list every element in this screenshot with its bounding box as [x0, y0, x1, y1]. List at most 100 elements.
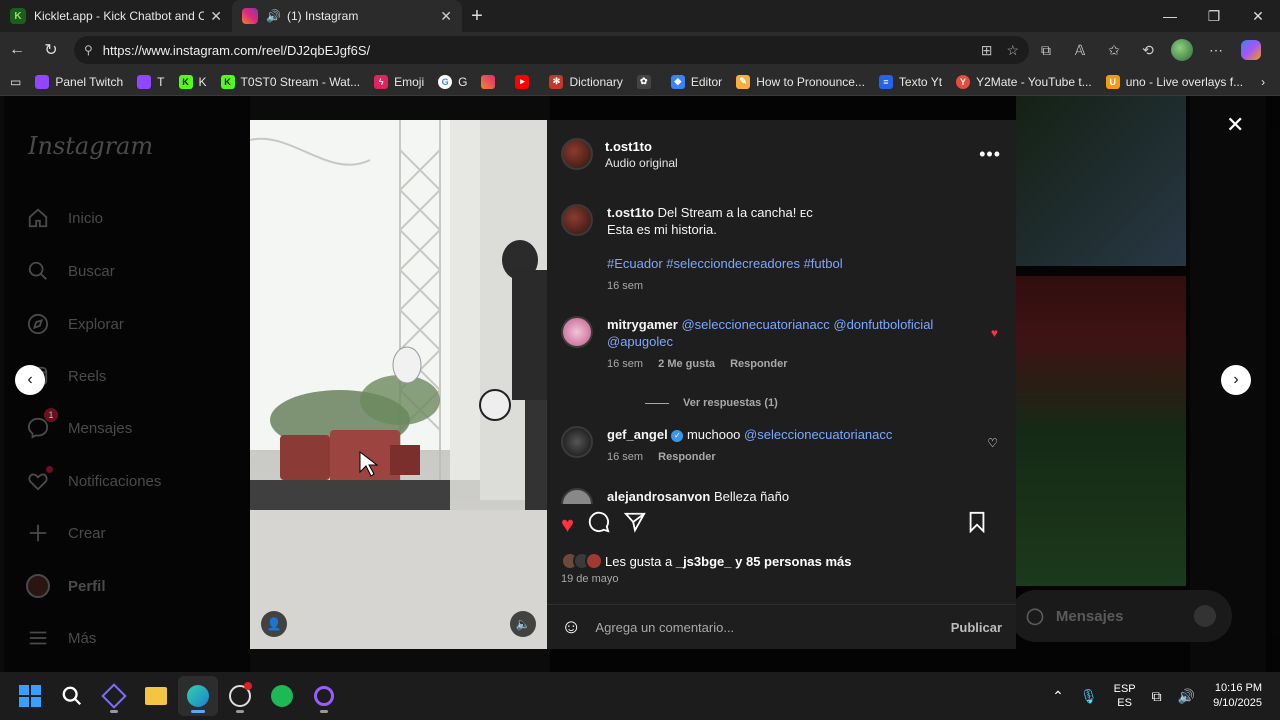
commenter-avatar[interactable]: [561, 426, 593, 458]
bookmark-youtube[interactable]: ▸: [515, 74, 535, 89]
bookmark-t[interactable]: T: [137, 74, 165, 89]
sidebar-item-perfil[interactable]: Perfil: [26, 574, 106, 598]
commenter-username[interactable]: mitrygamer: [607, 317, 678, 332]
reel-video[interactable]: 👤 🔈: [250, 120, 547, 649]
bookmark-google[interactable]: GG: [438, 74, 467, 89]
site-info-icon[interactable]: ⚲: [84, 43, 93, 57]
comment-like-heart-icon[interactable]: ♡: [987, 436, 998, 450]
audio-label[interactable]: Audio original: [605, 156, 678, 170]
sidebar-item-mas[interactable]: Más: [26, 626, 96, 650]
tab-instagram[interactable]: 🔊 (1) Instagram ✕: [232, 0, 462, 32]
comment-likes[interactable]: 2 Me gusta: [658, 358, 715, 370]
minimize-icon[interactable]: —: [1148, 8, 1192, 25]
taskbar-app-icon[interactable]: [94, 676, 134, 716]
tab-kicklet[interactable]: K Kicklet.app - Kick Chatbot and Ov ✕: [0, 0, 232, 32]
like-heart-icon[interactable]: ♥: [561, 512, 574, 538]
back-button[interactable]: ←: [0, 41, 34, 59]
new-tab-button[interactable]: +: [462, 5, 492, 28]
likes-user[interactable]: _js3bge_: [676, 554, 732, 569]
commenter-avatar[interactable]: [561, 488, 593, 504]
author-username[interactable]: t.ost1to: [605, 139, 678, 154]
bookmark-uno[interactable]: Uuno - Live overlays f...: [1105, 74, 1243, 89]
commenter-username[interactable]: gef_angel: [607, 427, 668, 442]
author-avatar[interactable]: [561, 138, 593, 170]
bookmark-panel-twitch[interactable]: Panel Twitch: [35, 74, 123, 89]
emoji-icon[interactable]: ☺: [561, 616, 581, 639]
taskbar-circle-app-icon[interactable]: [304, 676, 344, 716]
previous-post-button[interactable]: ‹: [15, 365, 45, 395]
bookmark-instagram[interactable]: [481, 74, 501, 89]
likes-summary[interactable]: Les gusta a _js3bge_ y 85 personas más: [561, 552, 851, 570]
close-window-icon[interactable]: ✕: [1236, 8, 1280, 25]
reply-button[interactable]: Responder: [658, 451, 715, 463]
microphone-icon[interactable]: 🎙: [1080, 688, 1098, 705]
language-indicator[interactable]: ESP ES: [1114, 682, 1136, 710]
sidebar-toggle-icon[interactable]: ▭: [10, 75, 21, 89]
read-aloud-icon[interactable]: 𝔸: [1063, 42, 1097, 59]
file-explorer-icon[interactable]: [136, 676, 176, 716]
favorite-star-icon[interactable]: ☆: [1006, 42, 1019, 59]
more-options-icon[interactable]: •••: [979, 144, 1001, 165]
likes-suffix[interactable]: y 85 personas más: [735, 554, 851, 569]
obs-studio-icon[interactable]: [220, 676, 260, 716]
extensions-icon[interactable]: ⧉: [1029, 42, 1063, 59]
show-hidden-icons-icon[interactable]: ⌃: [1052, 688, 1064, 705]
clock[interactable]: 10:16 PM 9/10/2025: [1213, 681, 1262, 711]
bookmark-openai[interactable]: ✿: [636, 74, 657, 89]
speaker-icon[interactable]: 🔊: [266, 9, 281, 23]
mute-toggle-button[interactable]: 🔈: [510, 611, 536, 637]
sidebar-item-explorar[interactable]: Explorar: [26, 312, 124, 336]
bookmark-k[interactable]: KK: [178, 74, 207, 89]
comment-icon[interactable]: [588, 511, 610, 539]
close-tab-icon[interactable]: ✕: [210, 8, 222, 25]
sidebar-item-buscar[interactable]: Buscar: [26, 259, 115, 283]
sidebar-item-notificaciones[interactable]: Notificaciones: [26, 466, 161, 493]
history-icon[interactable]: ⟲: [1131, 42, 1165, 59]
profile-avatar[interactable]: [1171, 39, 1193, 61]
edge-browser-icon[interactable]: [178, 676, 218, 716]
share-icon[interactable]: [623, 511, 646, 539]
sidebar-item-inicio[interactable]: Inicio: [26, 206, 103, 230]
more-options-icon[interactable]: ⋯: [1199, 42, 1233, 59]
url-field[interactable]: ⚲ https://www.instagram.com/reel/DJ2qbEJ…: [74, 36, 1029, 64]
refresh-button[interactable]: ↻: [34, 40, 68, 60]
close-tab-icon[interactable]: ✕: [440, 8, 452, 25]
bookmark-save-icon[interactable]: [967, 511, 987, 539]
comment-input[interactable]: Agrega un comentario...: [595, 620, 950, 635]
caption-hashtags[interactable]: #Ecuador #selecciondecreadores #futbol: [607, 256, 843, 271]
caption-username[interactable]: t.ost1to: [607, 205, 654, 220]
restore-icon[interactable]: ❐: [1192, 8, 1236, 25]
bookmark-t0st0-stream[interactable]: K T0ST0 Stream - Wat...: [220, 74, 360, 89]
floating-messages-button[interactable]: ◯ Mensajes: [1010, 590, 1232, 642]
comments-list[interactable]: t.ost1to Del Stream a la cancha! ᴇᴄ Esta…: [561, 204, 1006, 504]
author-avatar[interactable]: [561, 204, 593, 236]
network-icon[interactable]: ⧉: [1152, 688, 1162, 705]
bookmark-texto-yt[interactable]: ≡ Texto Yt: [878, 74, 942, 89]
sidebar-item-mensajes[interactable]: 1 Mensajes: [26, 408, 132, 440]
view-replies-button[interactable]: Ver respuestas (1): [645, 397, 778, 409]
copilot-icon[interactable]: [1241, 40, 1261, 60]
comment-like-heart-icon[interactable]: ♥: [991, 326, 998, 340]
sidebar-item-crear[interactable]: Crear: [26, 521, 106, 545]
commenter-avatar[interactable]: [561, 316, 593, 348]
spotify-icon[interactable]: [262, 676, 302, 716]
reply-button[interactable]: Responder: [730, 358, 787, 370]
publish-button[interactable]: Publicar: [951, 620, 1002, 635]
volume-icon[interactable]: 🔊: [1178, 688, 1195, 705]
comment-mention[interactable]: @seleccionecuatorianacc: [744, 427, 892, 442]
commenter-username[interactable]: alejandrosanvon: [607, 489, 710, 504]
bookmark-emoji[interactable]: ϟ Emoji: [374, 74, 424, 89]
start-windows-icon[interactable]: [10, 676, 50, 716]
favorites-icon[interactable]: ✩: [1097, 42, 1131, 59]
tagged-users-button[interactable]: 👤: [261, 611, 287, 637]
instagram-logo[interactable]: Instagram: [28, 132, 153, 160]
taskbar-search-icon[interactable]: [52, 676, 92, 716]
close-modal-icon[interactable]: ✕: [1226, 112, 1244, 138]
next-post-button[interactable]: ›: [1221, 365, 1251, 395]
app-available-icon[interactable]: ⊞: [981, 42, 993, 59]
bookmark-how-to-pronounce[interactable]: ✎ How to Pronounce...: [736, 74, 865, 89]
bookmark-y2mate[interactable]: Y Y2Mate - YouTube t...: [956, 74, 1092, 89]
bookmarks-overflow-icon[interactable]: ›: [1261, 75, 1265, 89]
bookmark-editor[interactable]: ◆ Editor: [670, 74, 722, 89]
bookmark-dictionary[interactable]: ✻ Dictionary: [549, 74, 623, 89]
